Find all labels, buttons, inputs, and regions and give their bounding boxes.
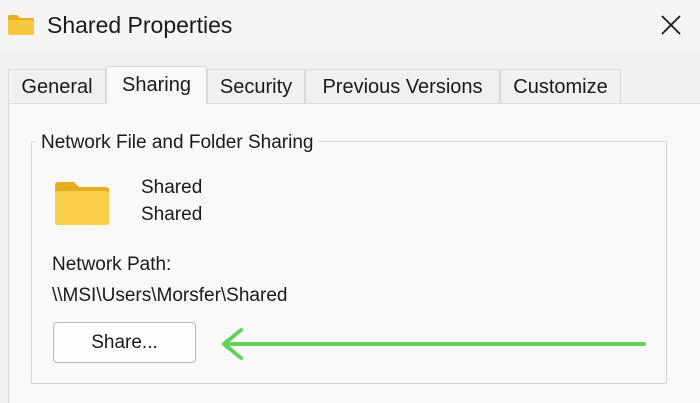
window-title: Shared Properties — [47, 12, 233, 38]
close-icon — [661, 15, 681, 35]
tab-security[interactable]: Security — [207, 69, 305, 103]
sharing-tab-panel: Network File and Folder Sharing Shared S… — [8, 103, 700, 403]
close-button[interactable] — [642, 0, 700, 50]
share-button[interactable]: Share... — [53, 322, 196, 363]
arrow-annotation — [222, 328, 646, 360]
folder-name: Shared — [141, 177, 203, 198]
title-bar: Shared Properties — [0, 0, 700, 52]
tab-customize[interactable]: Customize — [500, 69, 621, 103]
group-title: Network File and Folder Sharing — [36, 131, 319, 155]
tab-general[interactable]: General — [8, 69, 106, 103]
tab-strip: General Sharing Security Previous Versio… — [0, 52, 700, 104]
tab-sharing[interactable]: Sharing — [106, 66, 207, 104]
network-path-value: \\MSI\Users\Morsfer\Shared — [52, 285, 288, 306]
folder-icon — [8, 15, 34, 35]
properties-window: Shared Properties General Sharing Securi… — [0, 0, 700, 403]
shared-folder-icon — [55, 182, 109, 225]
share-status: Shared — [141, 204, 203, 225]
tab-previous-versions[interactable]: Previous Versions — [305, 69, 500, 103]
network-path-label: Network Path: — [52, 254, 172, 275]
